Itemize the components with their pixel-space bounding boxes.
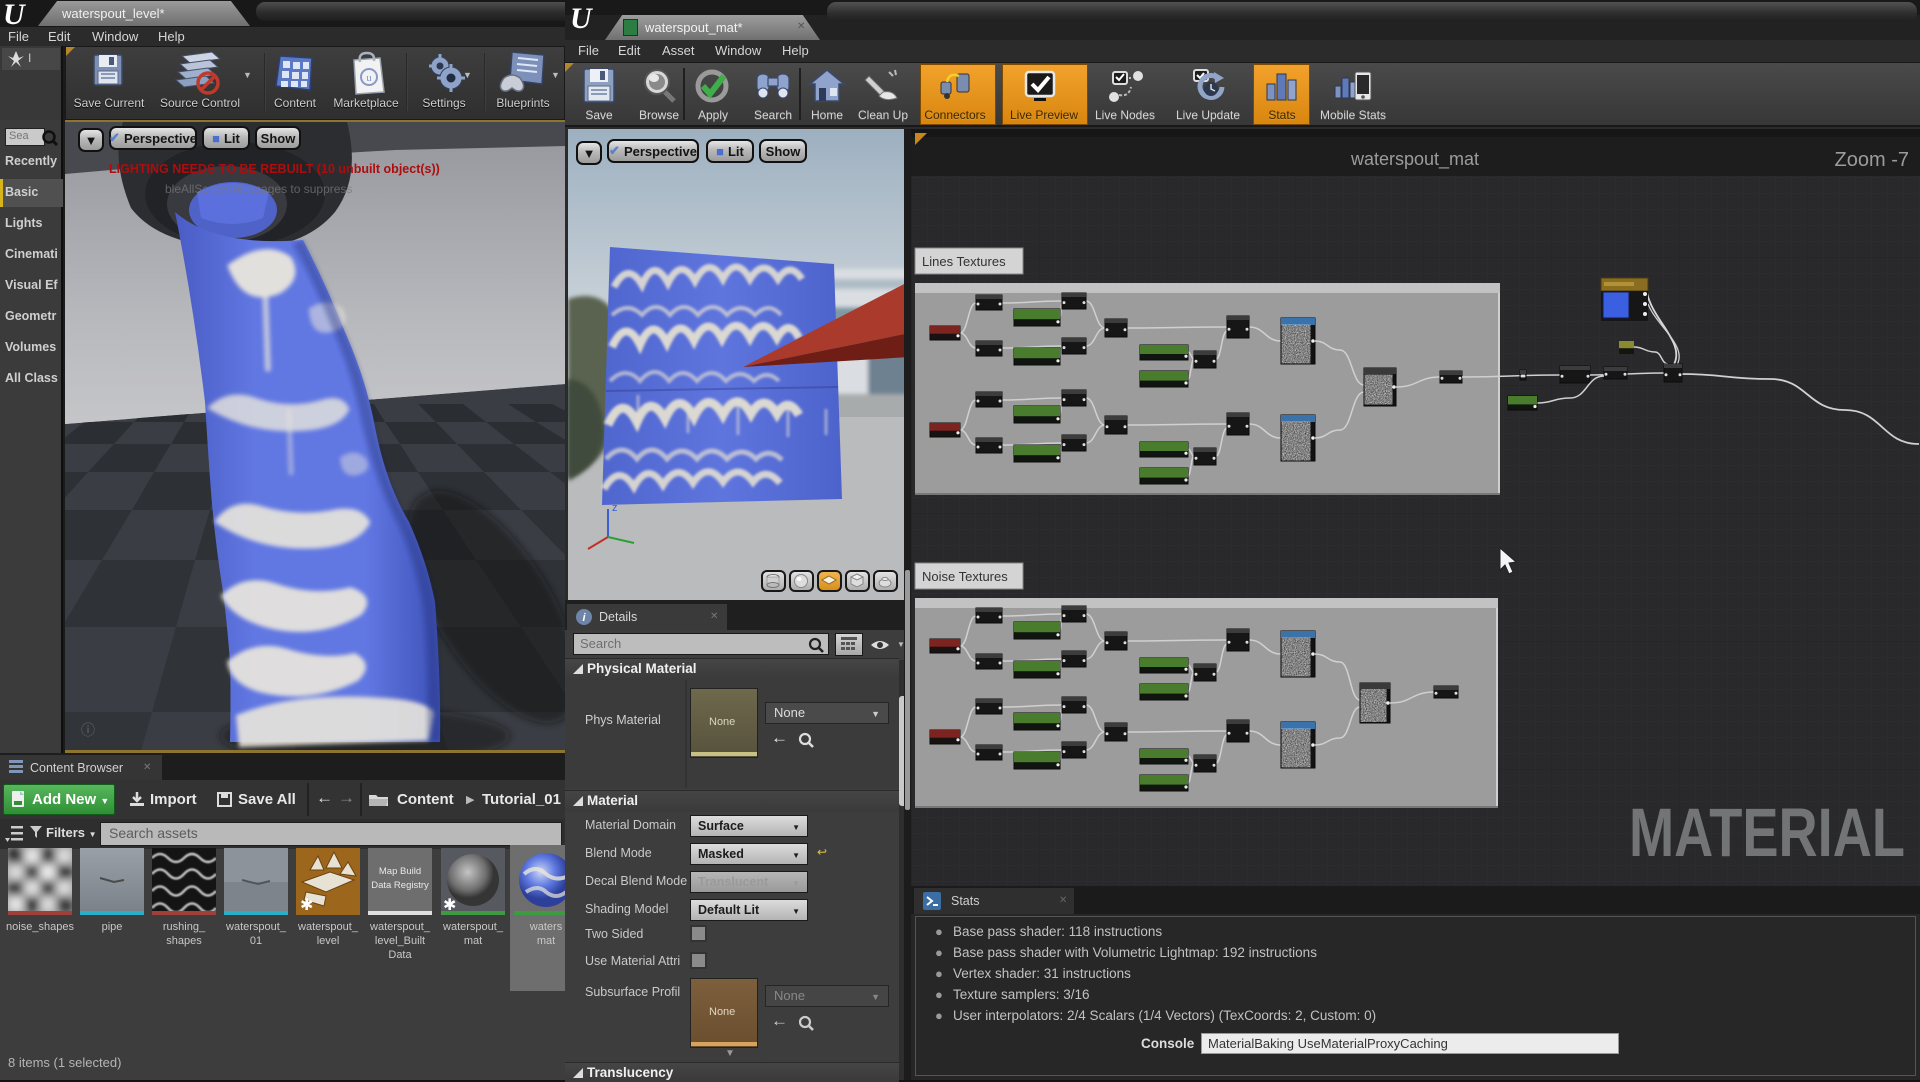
svg-text:waterspout_mat: waterspout_mat [1350, 149, 1479, 170]
svg-text:Noise Textures: Noise Textures [922, 569, 1008, 584]
svg-text:Map Build: Map Build [379, 866, 421, 877]
svg-text:MATERIAL: MATERIAL [1629, 794, 1905, 871]
svg-text:Lines Textures: Lines Textures [922, 254, 1006, 269]
svg-text:Zoom -7: Zoom -7 [1835, 149, 1909, 171]
svg-text:✱: ✱ [300, 897, 313, 914]
svg-text:z: z [612, 502, 618, 514]
svg-text:u: u [366, 72, 372, 84]
svg-text:Data Registry: Data Registry [371, 880, 429, 891]
